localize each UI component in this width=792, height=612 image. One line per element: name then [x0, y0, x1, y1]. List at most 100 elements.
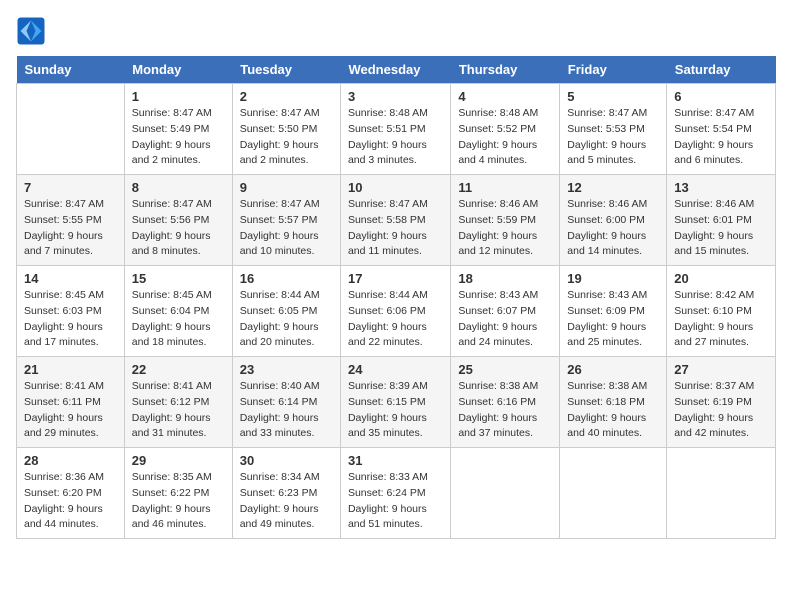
calendar-cell: 9Sunrise: 8:47 AMSunset: 5:57 PMDaylight… [232, 175, 340, 266]
day-number: 27 [674, 362, 768, 377]
day-number: 12 [567, 180, 659, 195]
header-saturday: Saturday [667, 56, 776, 84]
calendar-cell: 23 Sunrise: 8:40 AMSunset: 6:14 PMDayligh… [232, 357, 340, 448]
day-number: 17 [348, 271, 443, 286]
day-number: 11 [458, 180, 552, 195]
day-number: 7 [24, 180, 117, 195]
day-info: Sunrise: 8:48 AMSunset: 5:51 PMDaylight:… [348, 106, 443, 169]
day-number: 2 [240, 89, 333, 104]
header-wednesday: Wednesday [340, 56, 450, 84]
calendar-cell: 27 Sunrise: 8:37 AMSunset: 6:19 PMDayligh… [667, 357, 776, 448]
calendar-header-row: SundayMondayTuesdayWednesdayThursdayFrid… [17, 56, 776, 84]
header-thursday: Thursday [451, 56, 560, 84]
calendar-cell [667, 448, 776, 539]
day-number: 3 [348, 89, 443, 104]
calendar-cell: 19 Sunrise: 8:43 AMSunset: 6:09 PMDayligh… [560, 266, 667, 357]
day-number: 25 [458, 362, 552, 377]
header-sunday: Sunday [17, 56, 125, 84]
week-row-2: 7 Sunrise: 8:47 AMSunset: 5:55 PMDaylight… [17, 175, 776, 266]
calendar-cell: 26 Sunrise: 8:38 AMSunset: 6:18 PMDayligh… [560, 357, 667, 448]
calendar-cell: 5Sunrise: 8:47 AMSunset: 5:53 PMDaylight… [560, 84, 667, 175]
day-info: Sunrise: 8:46 AMSunset: 6:00 PMDaylight:… [567, 197, 659, 260]
day-number: 28 [24, 453, 117, 468]
day-info: Sunrise: 8:41 AMSunset: 6:11 PMDaylight:… [24, 379, 117, 442]
calendar-cell: 7 Sunrise: 8:47 AMSunset: 5:55 PMDaylight… [17, 175, 125, 266]
calendar-cell: 20 Sunrise: 8:42 AMSunset: 6:10 PMDayligh… [667, 266, 776, 357]
calendar-cell: 29Sunrise: 8:35 AMSunset: 6:22 PMDayligh… [124, 448, 232, 539]
header-friday: Friday [560, 56, 667, 84]
calendar-cell: 21Sunrise: 8:41 AMSunset: 6:11 PMDayligh… [17, 357, 125, 448]
calendar-cell: 13 Sunrise: 8:46 AMSunset: 6:01 PMDayligh… [667, 175, 776, 266]
day-info: Sunrise: 8:39 AMSunset: 6:15 PMDaylight:… [348, 379, 443, 442]
day-info: Sunrise: 8:34 AMSunset: 6:23 PMDaylight:… [240, 470, 333, 533]
day-info: Sunrise: 8:47 AMSunset: 5:58 PMDaylight:… [348, 197, 443, 260]
day-number: 13 [674, 180, 768, 195]
day-info: Sunrise: 8:47 AMSunset: 5:55 PMDaylight:… [24, 197, 117, 260]
day-number: 24 [348, 362, 443, 377]
calendar-cell: 22Sunrise: 8:41 AMSunset: 6:12 PMDayligh… [124, 357, 232, 448]
day-info: Sunrise: 8:43 AMSunset: 6:07 PMDaylight:… [458, 288, 552, 351]
logo [16, 16, 50, 46]
week-row-1: 1 Sunrise: 8:47 AMSunset: 5:49 PMDaylight… [17, 84, 776, 175]
calendar-cell: 16 Sunrise: 8:44 AMSunset: 6:05 PMDayligh… [232, 266, 340, 357]
day-info: Sunrise: 8:40 AMSunset: 6:14 PMDaylight:… [240, 379, 333, 442]
calendar-cell: 28 Sunrise: 8:36 AMSunset: 6:20 PMDayligh… [17, 448, 125, 539]
day-info: Sunrise: 8:47 AMSunset: 5:53 PMDaylight:… [567, 106, 659, 169]
calendar-cell: 8 Sunrise: 8:47 AMSunset: 5:56 PMDaylight… [124, 175, 232, 266]
calendar-cell [451, 448, 560, 539]
calendar-cell: 15 Sunrise: 8:45 AMSunset: 6:04 PMDayligh… [124, 266, 232, 357]
day-info: Sunrise: 8:48 AMSunset: 5:52 PMDaylight:… [458, 106, 552, 169]
day-number: 4 [458, 89, 552, 104]
day-info: Sunrise: 8:35 AMSunset: 6:22 PMDaylight:… [132, 470, 225, 533]
day-number: 10 [348, 180, 443, 195]
day-number: 30 [240, 453, 333, 468]
day-number: 26 [567, 362, 659, 377]
calendar-table: SundayMondayTuesdayWednesdayThursdayFrid… [16, 56, 776, 539]
day-info: Sunrise: 8:47 AMSunset: 5:56 PMDaylight:… [132, 197, 225, 260]
day-number: 15 [132, 271, 225, 286]
day-info: Sunrise: 8:45 AMSunset: 6:03 PMDaylight:… [24, 288, 117, 351]
calendar-cell: 6 Sunrise: 8:47 AMSunset: 5:54 PMDaylight… [667, 84, 776, 175]
calendar-cell: 1 Sunrise: 8:47 AMSunset: 5:49 PMDaylight… [124, 84, 232, 175]
day-info: Sunrise: 8:46 AMSunset: 5:59 PMDaylight:… [458, 197, 552, 260]
day-info: Sunrise: 8:41 AMSunset: 6:12 PMDaylight:… [132, 379, 225, 442]
header-tuesday: Tuesday [232, 56, 340, 84]
day-info: Sunrise: 8:38 AMSunset: 6:16 PMDaylight:… [458, 379, 552, 442]
logo-icon [16, 16, 46, 46]
day-number: 14 [24, 271, 117, 286]
calendar-cell: 14 Sunrise: 8:45 AMSunset: 6:03 PMDayligh… [17, 266, 125, 357]
calendar-cell: 17Sunrise: 8:44 AMSunset: 6:06 PMDayligh… [340, 266, 450, 357]
day-info: Sunrise: 8:38 AMSunset: 6:18 PMDaylight:… [567, 379, 659, 442]
day-info: Sunrise: 8:46 AMSunset: 6:01 PMDaylight:… [674, 197, 768, 260]
calendar-cell: 2Sunrise: 8:47 AMSunset: 5:50 PMDaylight… [232, 84, 340, 175]
day-info: Sunrise: 8:44 AMSunset: 6:05 PMDaylight:… [240, 288, 333, 351]
day-number: 23 [240, 362, 333, 377]
day-number: 8 [132, 180, 225, 195]
day-info: Sunrise: 8:45 AMSunset: 6:04 PMDaylight:… [132, 288, 225, 351]
calendar-cell: 31Sunrise: 8:33 AMSunset: 6:24 PMDayligh… [340, 448, 450, 539]
calendar-cell [560, 448, 667, 539]
day-info: Sunrise: 8:43 AMSunset: 6:09 PMDaylight:… [567, 288, 659, 351]
day-info: Sunrise: 8:47 AMSunset: 5:54 PMDaylight:… [674, 106, 768, 169]
calendar-cell: 4 Sunrise: 8:48 AMSunset: 5:52 PMDaylight… [451, 84, 560, 175]
day-number: 6 [674, 89, 768, 104]
calendar-cell [17, 84, 125, 175]
day-info: Sunrise: 8:42 AMSunset: 6:10 PMDaylight:… [674, 288, 768, 351]
day-info: Sunrise: 8:47 AMSunset: 5:57 PMDaylight:… [240, 197, 333, 260]
calendar-cell: 25 Sunrise: 8:38 AMSunset: 6:16 PMDayligh… [451, 357, 560, 448]
day-number: 19 [567, 271, 659, 286]
day-info: Sunrise: 8:47 AMSunset: 5:49 PMDaylight:… [132, 106, 225, 169]
day-number: 20 [674, 271, 768, 286]
calendar-cell: 24 Sunrise: 8:39 AMSunset: 6:15 PMDayligh… [340, 357, 450, 448]
week-row-4: 21Sunrise: 8:41 AMSunset: 6:11 PMDayligh… [17, 357, 776, 448]
day-info: Sunrise: 8:36 AMSunset: 6:20 PMDaylight:… [24, 470, 117, 533]
calendar-cell: 10 Sunrise: 8:47 AMSunset: 5:58 PMDayligh… [340, 175, 450, 266]
day-number: 31 [348, 453, 443, 468]
week-row-3: 14 Sunrise: 8:45 AMSunset: 6:03 PMDayligh… [17, 266, 776, 357]
calendar-cell: 11 Sunrise: 8:46 AMSunset: 5:59 PMDayligh… [451, 175, 560, 266]
calendar-cell: 18Sunrise: 8:43 AMSunset: 6:07 PMDayligh… [451, 266, 560, 357]
day-number: 16 [240, 271, 333, 286]
day-number: 1 [132, 89, 225, 104]
page-header [16, 16, 776, 46]
day-info: Sunrise: 8:37 AMSunset: 6:19 PMDaylight:… [674, 379, 768, 442]
